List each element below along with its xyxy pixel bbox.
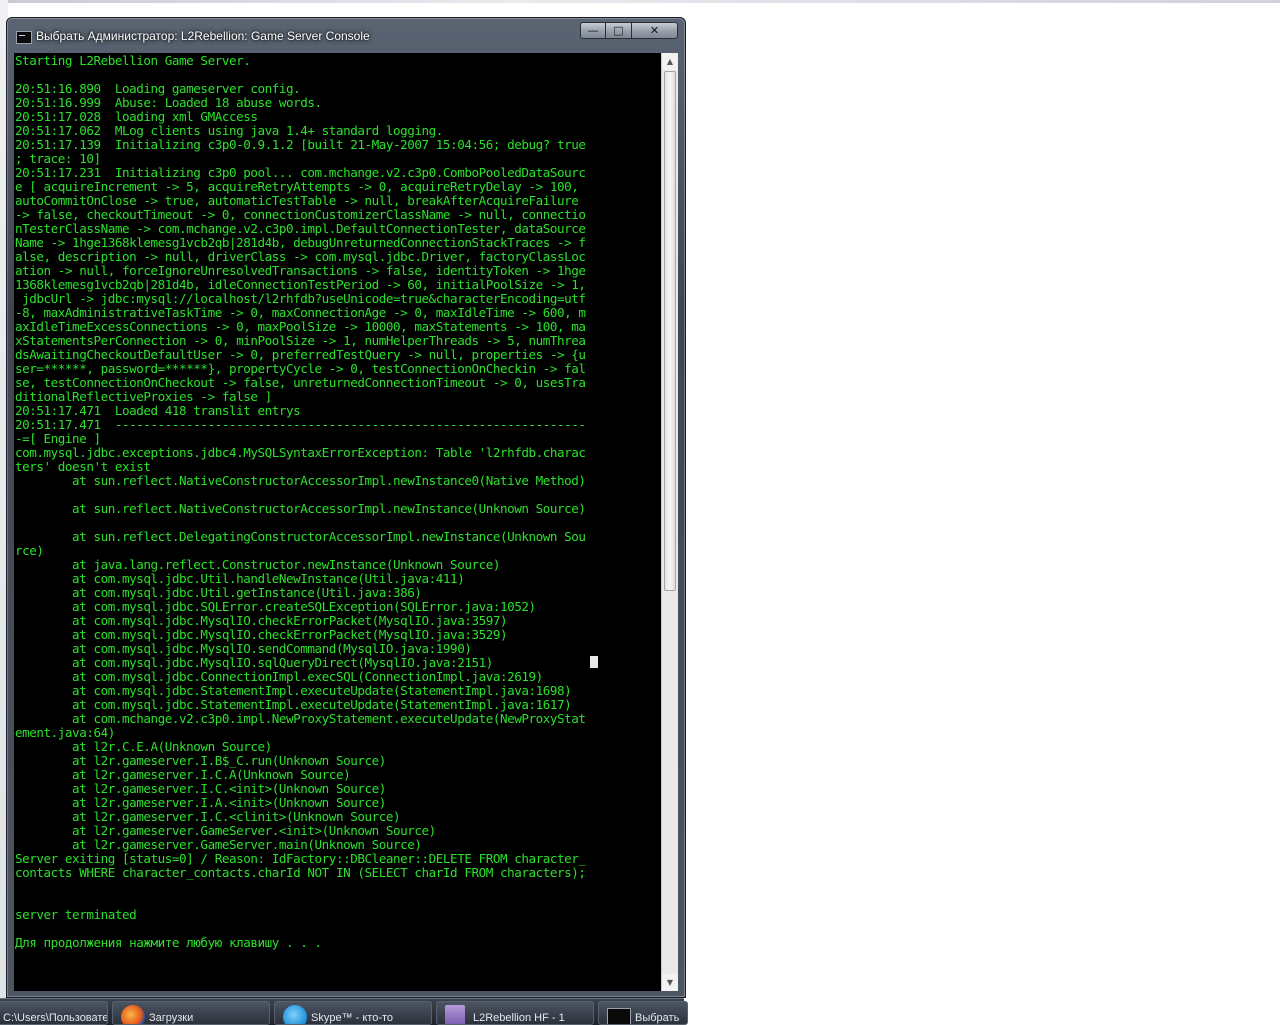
console-line: com.mysql.jdbc.exceptions.jdbc4.MySQLSyn… [15,445,586,460]
console-line: dsAwaitingCheckoutDefaultUser -> 0, pref… [15,347,586,362]
close-button[interactable]: ✕ [632,22,678,39]
console-line: ters' doesn't exist [15,459,151,474]
caption-buttons: — □ ✕ [580,22,678,41]
console-line: ation -> null, forceIgnoreUnresolvedTran… [15,263,586,278]
console-line: at com.mchange.v2.c3p0.impl.NewProxyStat… [15,711,586,726]
skype-icon [283,1005,307,1024]
scroll-up-arrow-icon[interactable]: ▲ [662,53,678,70]
console-line: at com.mysql.jdbc.MysqlIO.checkErrorPack… [15,613,508,628]
console-line: at com.mysql.jdbc.Util.getInstance(Util.… [15,585,422,600]
taskbar-item-winrar[interactable]: L2Rebellion HF - 1 [436,1001,594,1025]
console-line: -8, maxAdministrativeTaskTime -> 0, maxC… [15,305,586,320]
console-log: Starting L2Rebellion Game Server. 20:51:… [14,53,661,950]
console-line: xStatementsPerConnection -> 0, minPoolSi… [15,333,586,348]
console-line: at com.mysql.jdbc.StatementImpl.executeU… [15,683,572,698]
console-line: 1368klemesg1vcb2qb|281d4b, idleConnectio… [15,277,586,292]
window-title: Выбрать Администратор: L2Rebellion: Game… [36,29,370,43]
scroll-down-arrow-icon[interactable]: ▼ [662,974,678,991]
console-line: ser=******, password=******}, propertyCy… [15,361,586,376]
console-line: autoCommitOnClose -> true, automaticTest… [15,193,579,208]
console-line: ement.java:64) [15,725,115,740]
taskbar-item-label: С:\Users\Пользователь [3,1012,108,1024]
taskbar-item-skype[interactable]: Skype™ - кто-то [274,1001,432,1025]
desktop-background [0,0,1280,3]
console-line: nTesterClassName -> com.mchange.v2.c3p0.… [15,221,586,236]
console-line: at com.mysql.jdbc.SQLError.createSQLExce… [15,599,536,614]
vertical-scrollbar[interactable]: ▲ ▼ [661,53,678,991]
taskbar-item-firefox[interactable]: Загрузки [112,1001,270,1025]
cmd-icon[interactable] [16,31,32,44]
scrollbar-thumb[interactable] [664,71,676,591]
console-line: 20:51:16.890 Loading gameserver config. [15,81,301,96]
taskbar: С:\Users\Пользователь Загрузки Skype™ - … [0,998,688,1025]
console-line: 20:51:17.231 Initializing c3p0 pool... c… [15,165,586,180]
console-line: 20:51:17.139 Initializing c3p0-0.9.1.2 [… [15,137,586,152]
taskbar-item-explorer[interactable]: С:\Users\Пользователь [0,1001,108,1025]
console-line: at com.mysql.jdbc.StatementImpl.executeU… [15,697,572,712]
taskbar-item-label: Загрузки [149,1012,194,1024]
console-line: contacts WHERE character_contacts.charId… [15,865,586,880]
console-line: at sun.reflect.DelegatingConstructorAcce… [15,529,586,544]
console-line: at com.mysql.jdbc.MysqlIO.checkErrorPack… [15,627,508,642]
winrar-icon [445,1005,465,1024]
firefox-icon [121,1005,145,1024]
console-line: jdbcUrl -> jdbc:mysql://localhost/l2rhfd… [15,291,586,306]
console-line: -> false, checkoutTimeout -> 0, connecti… [15,207,586,222]
taskbar-item-label: L2Rebellion HF - 1 [473,1012,565,1024]
console-line: Starting L2Rebellion Game Server. [15,53,251,68]
console-line: at java.lang.reflect.Constructor.newInst… [15,557,500,572]
console-window: Выбрать Администратор: L2Rebellion: Game… [6,17,686,998]
console-line: at l2r.gameserver.GameServer.<init>(Unkn… [15,823,436,838]
console-line: at l2r.C.E.A(Unknown Source) [15,739,272,754]
minimize-button[interactable]: — [580,22,606,39]
console-line: 20:51:16.999 Abuse: Loaded 18 abuse word… [15,95,322,110]
console-line: at l2r.gameserver.I.A.<init>(Unknown Sou… [15,795,386,810]
console-line: ; trace: 10] [15,151,101,166]
console-line: at sun.reflect.NativeConstructorAccessor… [15,473,586,488]
console-line: alse, description -> null, driverClass -… [15,249,586,264]
title-bar[interactable]: Выбрать Администратор: L2Rebellion: Game… [7,18,685,52]
console-line: at com.mysql.jdbc.MysqlIO.sqlQueryDirect… [15,655,493,670]
console-output[interactable]: Starting L2Rebellion Game Server. 20:51:… [14,53,661,991]
console-line: at l2r.gameserver.I.C.<init>(Unknown Sou… [15,781,386,796]
console-line: server terminated [15,907,137,922]
console-line: at l2r.gameserver.I.C.<clinit>(Unknown S… [15,809,401,824]
console-line: 20:51:17.471 ---------------------------… [15,417,586,432]
console-line: se, testConnectionOnCheckout -> false, u… [15,375,586,390]
console-line: axIdleTimeExcessConnections -> 0, maxPoo… [15,319,586,334]
console-line: Для продолжения нажмите любую клавишу . … [15,935,322,950]
console-line: at com.mysql.jdbc.Util.handleNewInstance… [15,571,465,586]
console-line: at com.mysql.jdbc.MysqlIO.sendCommand(My… [15,641,472,656]
console-line: Name -> 1hge1368klemesg1vcb2qb|281d4b, d… [15,235,586,250]
console-line: at l2r.gameserver.GameServer.main(Unknow… [15,837,422,852]
taskbar-item-label: Выбрать [635,1012,680,1024]
taskbar-item-label: Skype™ - кто-то [311,1012,394,1024]
maximize-button[interactable]: □ [606,22,632,39]
console-line: -=[ Engine ] [15,431,101,446]
console-line: at l2r.gameserver.I.B$_C.run(Unknown Sou… [15,753,386,768]
console-line: at com.mysql.jdbc.ConnectionImpl.execSQL… [15,669,543,684]
console-line: e [ acquireIncrement -> 5, acquireRetryA… [15,179,579,194]
taskbar-item-console[interactable]: Выбрать [598,1001,688,1025]
console-line: 20:51:17.028 loading xml GMAccess [15,109,258,124]
console-line: ditionalReflectiveProxies -> false ] [15,389,272,404]
console-line: Server exiting [status=0] / Reason: IdFa… [15,851,586,866]
console-line: 20:51:17.471 Loaded 418 translit entrys [15,403,301,418]
console-line: 20:51:17.062 MLog clients using java 1.4… [15,123,443,138]
cmd-icon [607,1008,631,1024]
console-line: at l2r.gameserver.I.C.A(Unknown Source) [15,767,351,782]
console-line: at sun.reflect.NativeConstructorAccessor… [15,501,586,516]
text-cursor [590,656,598,668]
console-line: rce) [15,543,44,558]
